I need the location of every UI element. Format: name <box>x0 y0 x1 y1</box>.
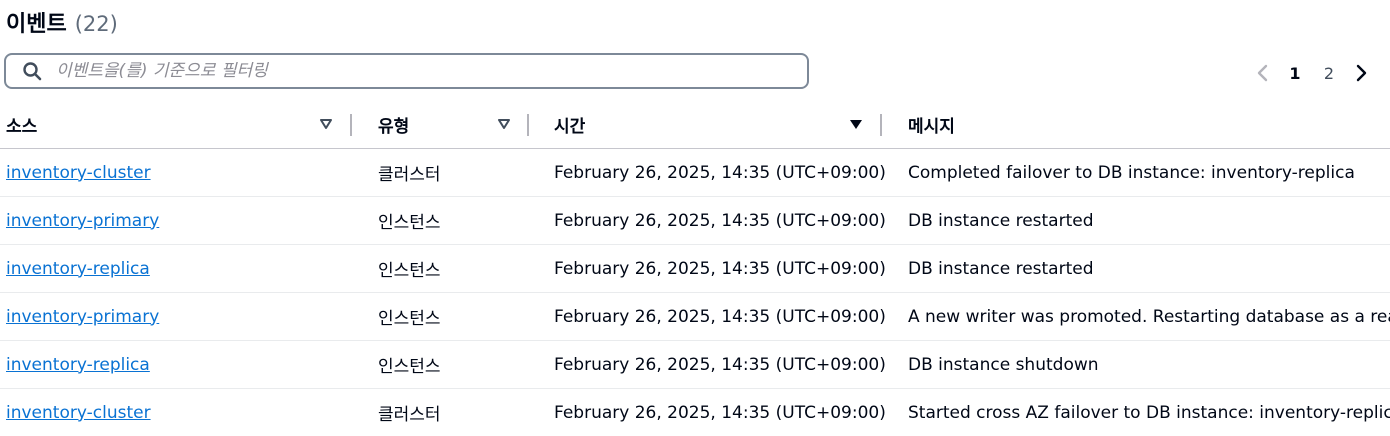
source-link[interactable]: inventory-primary <box>6 211 159 231</box>
table-row: inventory-cluster 클러스터 February 26, 2025… <box>0 389 1390 436</box>
sort-caret-down-filled-icon[interactable] <box>849 117 863 131</box>
type-cell: 클러스터 <box>352 389 528 436</box>
page-1[interactable]: 1 <box>1278 64 1312 83</box>
time-cell: February 26, 2025, 14:35 (UTC+09:00) <box>528 293 882 341</box>
message-cell: DB instance restarted <box>882 197 1390 245</box>
table-header-row: 소스 유형 시간 <box>0 100 1390 149</box>
page-2[interactable]: 2 <box>1312 64 1346 83</box>
search-box[interactable] <box>4 53 809 89</box>
time-cell: February 26, 2025, 14:35 (UTC+09:00) <box>528 197 882 245</box>
page-title: 이벤트 <box>6 6 67 38</box>
column-label-time: 시간 <box>554 112 585 137</box>
type-cell: 인스턴스 <box>352 341 528 389</box>
message-cell: A new writer was promoted. Restarting da… <box>882 293 1390 341</box>
sort-caret-down-outline-icon[interactable] <box>319 117 333 131</box>
source-link[interactable]: inventory-replica <box>6 259 150 279</box>
time-cell: February 26, 2025, 14:35 (UTC+09:00) <box>528 149 882 197</box>
source-link[interactable]: inventory-cluster <box>6 403 151 423</box>
sort-caret-down-outline-icon[interactable] <box>497 117 511 131</box>
table-row: inventory-cluster 클러스터 February 26, 2025… <box>0 149 1390 197</box>
pagination: 1 2 <box>1248 58 1376 88</box>
time-cell: February 26, 2025, 14:35 (UTC+09:00) <box>528 389 882 436</box>
type-cell: 인스턴스 <box>352 197 528 245</box>
search-icon <box>22 61 42 81</box>
source-link[interactable]: inventory-replica <box>6 355 150 375</box>
source-link[interactable]: inventory-primary <box>6 307 159 327</box>
column-label-source: 소스 <box>6 112 37 137</box>
column-header-message[interactable]: 메시지 <box>882 100 1390 149</box>
type-cell: 인스턴스 <box>352 245 528 293</box>
time-cell: February 26, 2025, 14:35 (UTC+09:00) <box>528 341 882 389</box>
table-row: inventory-replica 인스턴스 February 26, 2025… <box>0 341 1390 389</box>
message-cell: DB instance shutdown <box>882 341 1390 389</box>
type-cell: 인스턴스 <box>352 293 528 341</box>
chevron-right-icon[interactable] <box>1346 58 1376 88</box>
chevron-left-icon[interactable] <box>1248 58 1278 88</box>
column-header-type[interactable]: 유형 <box>352 100 528 149</box>
events-table: 소스 유형 시간 <box>0 100 1390 436</box>
column-label-type: 유형 <box>378 112 409 137</box>
message-cell: Started cross AZ failover to DB instance… <box>882 389 1390 436</box>
table-row: inventory-replica 인스턴스 February 26, 2025… <box>0 245 1390 293</box>
search-input[interactable] <box>54 60 807 82</box>
table-row: inventory-primary 인스턴스 February 26, 2025… <box>0 293 1390 341</box>
column-header-time[interactable]: 시간 <box>528 100 882 149</box>
message-cell: DB instance restarted <box>882 245 1390 293</box>
column-header-source[interactable]: 소스 <box>0 100 352 149</box>
event-count: (22) <box>75 12 118 36</box>
type-cell: 클러스터 <box>352 149 528 197</box>
message-cell: Completed failover to DB instance: inven… <box>882 149 1390 197</box>
page-header: 이벤트 (22) <box>6 6 118 40</box>
column-label-message: 메시지 <box>908 112 955 137</box>
time-cell: February 26, 2025, 14:35 (UTC+09:00) <box>528 245 882 293</box>
table-row: inventory-primary 인스턴스 February 26, 2025… <box>0 197 1390 245</box>
source-link[interactable]: inventory-cluster <box>6 163 151 183</box>
